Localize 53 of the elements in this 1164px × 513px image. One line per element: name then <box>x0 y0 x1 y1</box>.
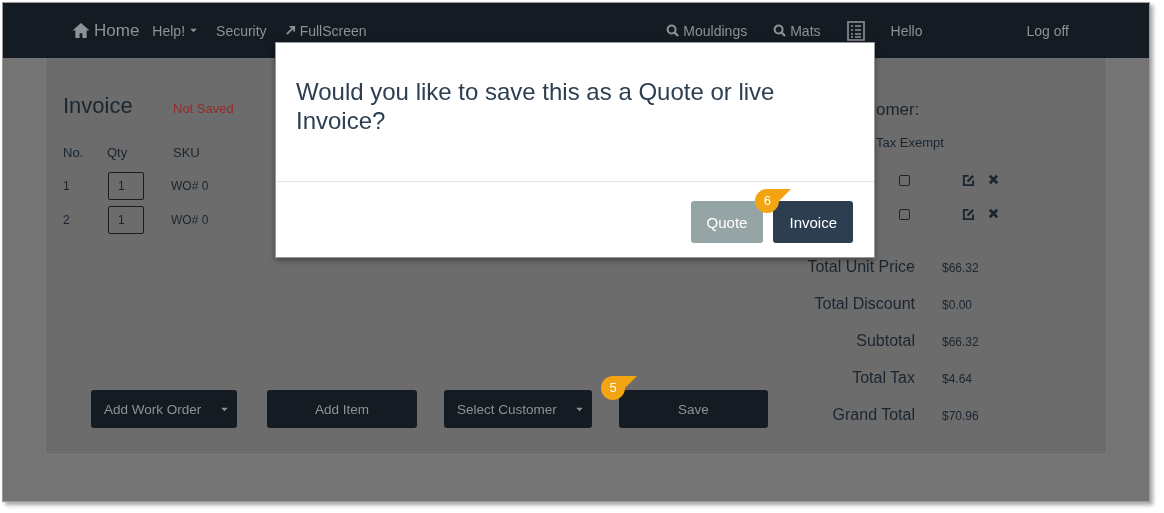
quantity-field[interactable]: 1 <box>108 206 144 234</box>
nav-link[interactable]: Mats <box>773 22 821 39</box>
callout-badge: 5 <box>601 376 637 400</box>
save-status: Not Saved <box>173 101 234 116</box>
dropdown-button[interactable]: Add Work Order <box>91 390 237 428</box>
customer-label: omer: <box>876 100 921 121</box>
nav-link[interactable]: FullScreen <box>284 22 367 39</box>
total-label: Subtotal <box>855 332 915 350</box>
total-value: $0.00 <box>942 298 973 312</box>
close-icon <box>988 207 999 219</box>
checkbox[interactable] <box>899 174 910 186</box>
search-icon <box>666 24 680 37</box>
table-cell-text: 2 <box>63 213 71 227</box>
expand-arrow-icon <box>284 25 296 36</box>
search-icon <box>773 24 787 37</box>
list-button[interactable] <box>846 20 865 41</box>
nav-link[interactable]: Help! <box>152 22 199 39</box>
caret-icon <box>575 406 584 412</box>
nav-link[interactable]: Security <box>216 22 267 39</box>
total-value: $70.96 <box>942 409 979 423</box>
invoice-title: Invoice <box>63 93 134 119</box>
greeting-text: Hello <box>890 22 923 39</box>
caret-icon <box>189 28 199 33</box>
action-button[interactable]: Save <box>619 390 768 428</box>
total-value: $66.32 <box>942 335 979 349</box>
total-value: $4.64 <box>942 372 973 386</box>
close-icon <box>988 173 999 185</box>
edit-icon <box>962 173 975 187</box>
dropdown-button[interactable]: Select Customer <box>444 390 592 428</box>
total-label: Total Discount <box>813 295 915 313</box>
table-cell: WO# 0 <box>171 179 209 193</box>
edit-icon <box>962 207 975 221</box>
total-value: $66.32 <box>942 261 979 275</box>
nav-link[interactable]: Mouldings <box>666 22 748 39</box>
column-header: Qty <box>107 144 129 160</box>
table-cell-text: 1 <box>63 179 71 193</box>
caret-icon <box>220 406 229 412</box>
callout-badge: 6 <box>755 189 792 213</box>
total-label: Grand Total <box>831 406 915 424</box>
total-label: Total Tax <box>851 369 915 387</box>
total-label: Total Unit Price <box>806 258 915 276</box>
column-header: No. <box>63 144 85 160</box>
column-header: Tax Exempt <box>876 135 945 151</box>
logoff-link[interactable]: Log off <box>1026 22 1069 39</box>
table-cell: WO# 0 <box>171 213 209 227</box>
quantity-field[interactable]: 1 <box>108 172 144 200</box>
dialog-message: Would you like to save this as a Quote or live Invoice? <box>296 78 775 134</box>
column-header: SKU <box>173 144 200 160</box>
action-button[interactable]: Add Item <box>267 390 417 428</box>
home-icon <box>71 22 91 39</box>
checkbox[interactable] <box>899 208 910 220</box>
dialog-button[interactable]: Invoice <box>773 201 853 243</box>
home-link[interactable]: Home <box>71 20 140 41</box>
